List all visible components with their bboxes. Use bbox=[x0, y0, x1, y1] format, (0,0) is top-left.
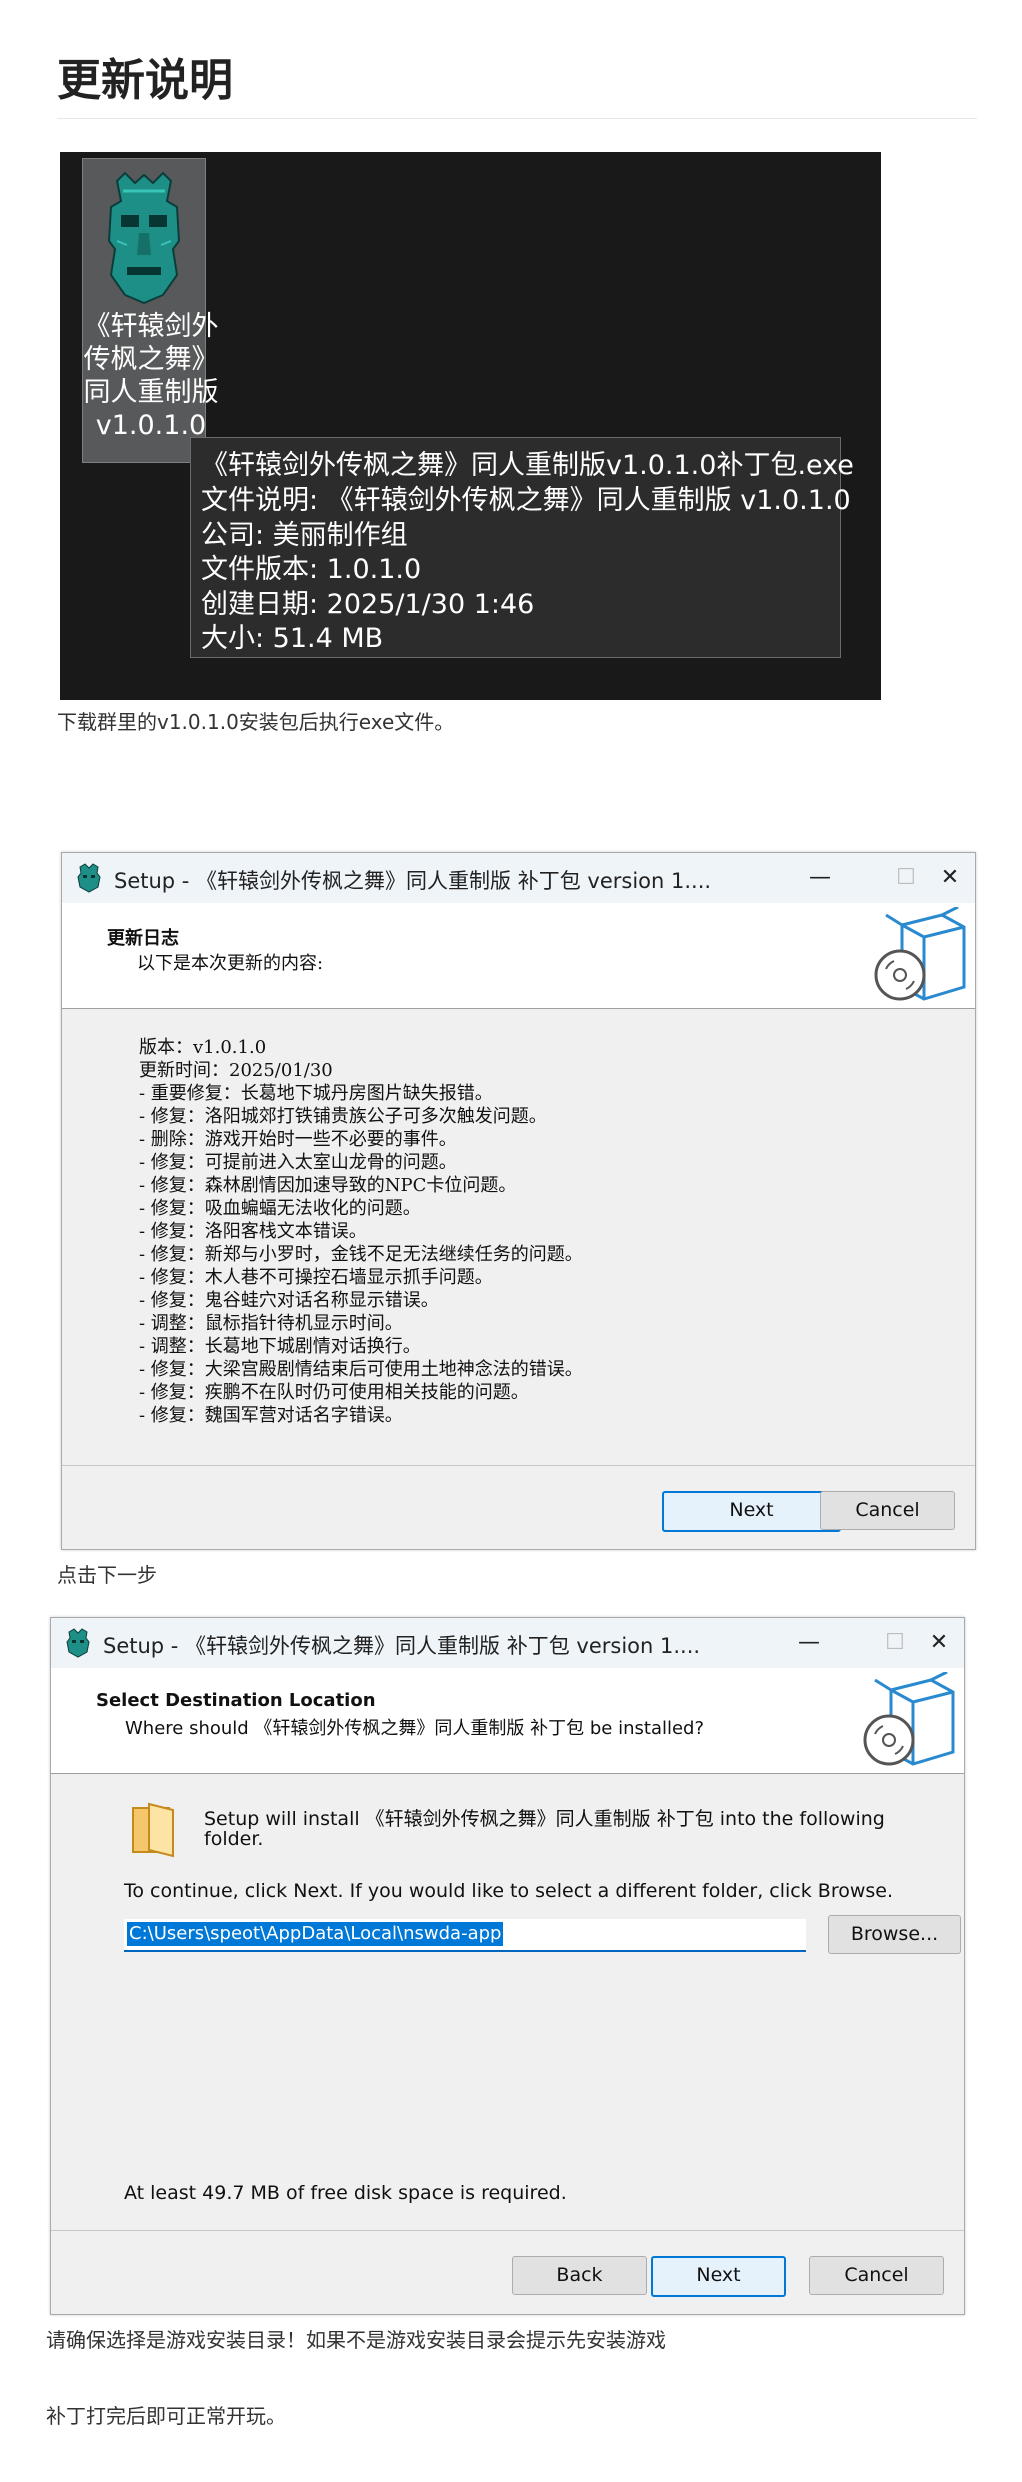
next-button[interactable]: Next bbox=[662, 1491, 841, 1532]
tooltip-filename: 《轩辕剑外传枫之舞》同人重制版v1.0.1.0补丁包.exe bbox=[201, 450, 854, 481]
footer-divider bbox=[62, 1465, 975, 1466]
file-icon-label: 《轩辕剑外 传枫之舞》 同人重制版 v1.0.1.0 bbox=[83, 311, 219, 441]
caption-install-dir-warning: 请确保选择是游戏安装目录！如果不是游戏安装目录会提示先安装游戏 bbox=[46, 2328, 666, 2352]
wizard-header: 更新日志 以下是本次更新的内容: bbox=[62, 903, 975, 1009]
caption-next-step: 点击下一步 bbox=[57, 1563, 157, 1587]
header-title: Select Destination Location bbox=[96, 1690, 376, 1711]
setup-dialog-changelog: Setup - 《轩辕剑外传枫之舞》同人重制版 补丁包 version 1...… bbox=[61, 852, 976, 1550]
title-bar: Setup - 《轩辕剑外传枫之舞》同人重制版 补丁包 version 1...… bbox=[62, 853, 975, 903]
header-subtitle: 以下是本次更新的内容: bbox=[137, 953, 324, 974]
window-title: Setup - 《轩辕剑外传枫之舞》同人重制版 补丁包 version 1...… bbox=[114, 869, 712, 893]
tooltip-version: 文件版本: 1.0.1.0 bbox=[201, 554, 422, 585]
explorer-screenshot: 《轩辕剑外 传枫之舞》 同人重制版 v1.0.1.0 《轩辕剑外传枫之舞》同人重… bbox=[60, 152, 881, 700]
cancel-button[interactable]: Cancel bbox=[820, 1491, 955, 1530]
close-button[interactable]: ✕ bbox=[916, 1626, 962, 1660]
path-value: C:\Users\speot\AppData\Local\nswda-app bbox=[127, 1922, 504, 1946]
footer-divider bbox=[51, 2230, 964, 2231]
window-title: Setup - 《轩辕剑外传枫之舞》同人重制版 补丁包 version 1...… bbox=[103, 1634, 701, 1658]
install-description-2: folder. bbox=[204, 1828, 264, 1850]
minimize-button[interactable]: — bbox=[797, 861, 843, 895]
file-tooltip: 《轩辕剑外传枫之舞》同人重制版v1.0.1.0补丁包.exe 文件说明: 《轩辕… bbox=[190, 437, 854, 658]
install-box-icon bbox=[874, 907, 966, 1001]
bronze-mask-icon bbox=[107, 171, 181, 305]
minimize-button[interactable]: — bbox=[786, 1626, 832, 1660]
maximize-button[interactable]: ☐ bbox=[872, 1626, 918, 1660]
folder-icon bbox=[132, 1802, 174, 1858]
setup-dialog-destination: Setup - 《轩辕剑外传枫之舞》同人重制版 补丁包 version 1...… bbox=[50, 1617, 965, 2315]
install-description: Setup will install 《轩辕剑外传枫之舞》同人重制版 补丁包 i… bbox=[204, 1808, 885, 1830]
destination-path-input[interactable]: C:\Users\speot\AppData\Local\nswda-app bbox=[124, 1919, 806, 1952]
disk-space-requirement: At least 49.7 MB of free disk space is r… bbox=[124, 2182, 567, 2204]
app-icon bbox=[77, 863, 101, 893]
browse-button[interactable]: Browse... bbox=[828, 1915, 961, 1954]
caption-download: 下载群里的v1.0.1.0安装包后执行exe文件。 bbox=[57, 710, 455, 734]
cancel-button[interactable]: Cancel bbox=[809, 2256, 944, 2295]
wizard-header: Select Destination Location Where should… bbox=[51, 1668, 964, 1774]
page-title: 更新说明 bbox=[57, 55, 233, 106]
tooltip-size: 大小: 51.4 MB bbox=[201, 623, 384, 654]
back-button[interactable]: Back bbox=[512, 2256, 647, 2295]
header-subtitle: Where should 《轩辕剑外传枫之舞》同人重制版 补丁包 be inst… bbox=[125, 1718, 705, 1739]
tooltip-description: 文件说明: 《轩辕剑外传枫之舞》同人重制版 v1.0.1.0 bbox=[201, 485, 851, 516]
title-divider bbox=[57, 118, 977, 119]
app-icon bbox=[66, 1628, 90, 1658]
next-button[interactable]: Next bbox=[651, 2256, 786, 2297]
caption-done: 补丁打完后即可正常开玩。 bbox=[46, 2404, 286, 2428]
header-title: 更新日志 bbox=[107, 928, 179, 949]
title-bar: Setup - 《轩辕剑外传枫之舞》同人重制版 补丁包 version 1...… bbox=[51, 1618, 964, 1668]
continue-instructions: To continue, click Next. If you would li… bbox=[124, 1880, 894, 1902]
maximize-button[interactable]: ☐ bbox=[883, 861, 929, 895]
install-box-icon bbox=[863, 1672, 955, 1766]
close-button[interactable]: ✕ bbox=[927, 861, 973, 895]
